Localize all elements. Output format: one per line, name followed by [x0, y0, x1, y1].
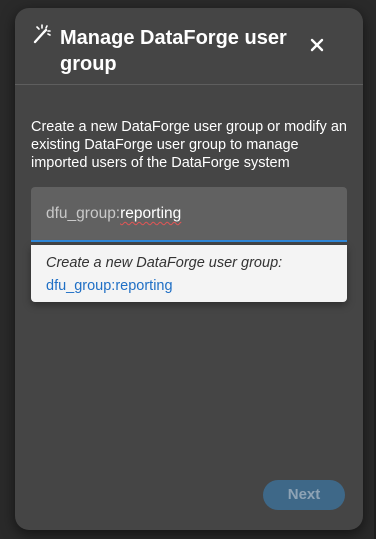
magic-wand-icon	[31, 23, 53, 45]
dialog-header: Manage DataForge user group	[15, 8, 363, 84]
input-typed-value: reporting	[120, 205, 182, 222]
header-divider	[15, 84, 363, 85]
create-group-suggestion[interactable]: Create a new DataForge user group: dfu_g…	[31, 245, 347, 302]
user-group-input[interactable]: dfu_group:reporting	[31, 187, 347, 242]
user-group-input-value: dfu_group:reporting	[46, 205, 181, 223]
close-button[interactable]	[305, 33, 329, 57]
dialog-description: Create a new DataForge user group or mod…	[31, 119, 347, 171]
suggestion-value: dfu_group:reporting	[46, 278, 173, 294]
input-prefix: dfu_group:	[46, 205, 121, 222]
manage-user-group-dialog: Manage DataForge user group Create a new…	[15, 8, 363, 530]
dialog-title: Manage DataForge user group	[60, 27, 287, 75]
suggestion-label: Create a new DataForge user group:	[46, 255, 283, 271]
next-button[interactable]: Next	[263, 480, 345, 510]
close-icon	[310, 38, 324, 52]
